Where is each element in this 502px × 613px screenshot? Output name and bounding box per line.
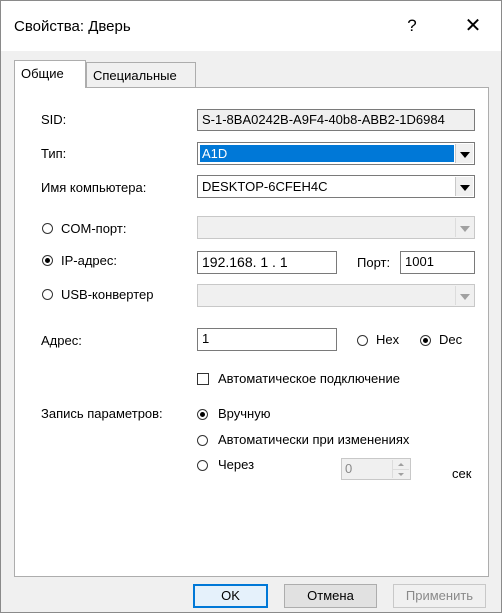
usb-converter-radio[interactable]	[42, 289, 53, 300]
hex-label: Hex	[376, 332, 400, 347]
title-bar[interactable]: Свойства: Дверь ? ✕	[1, 1, 501, 51]
address-input[interactable]: 1	[197, 328, 337, 351]
apply-button[interactable]: Применить	[393, 584, 486, 608]
interval-stepper[interactable]: 0	[341, 458, 411, 480]
interval-value: 0	[345, 461, 353, 476]
sid-label: SID:	[41, 112, 67, 127]
ok-button[interactable]: OK	[193, 584, 268, 608]
computer-name-select[interactable]: DESKTOP-6CFEH4C	[197, 175, 475, 198]
type-label: Тип:	[41, 146, 67, 161]
chevron-down-icon[interactable]	[455, 144, 473, 163]
com-port-radio[interactable]	[42, 223, 53, 234]
chevron-down-icon	[455, 218, 473, 237]
com-port-label: COM-порт:	[61, 221, 127, 236]
spin-up-icon[interactable]	[393, 460, 409, 470]
save-every-label: Через	[218, 457, 255, 472]
help-icon[interactable]: ?	[397, 11, 427, 41]
dialog-title: Свойства: Дверь	[14, 18, 131, 35]
dec-label: Dec	[439, 332, 463, 347]
save-every-radio[interactable]	[197, 460, 208, 471]
auto-connect-checkbox[interactable]	[197, 373, 209, 385]
interval-unit-label: сек	[452, 466, 472, 481]
save-manual-radio[interactable]	[197, 409, 208, 420]
usb-converter-select[interactable]	[197, 284, 475, 307]
cancel-button[interactable]: Отмена	[284, 584, 377, 608]
tab-special[interactable]: Специальные	[86, 62, 196, 87]
com-port-select[interactable]	[197, 216, 475, 239]
chevron-down-icon	[455, 286, 473, 305]
type-select[interactable]: A1D	[197, 142, 475, 165]
save-manual-label: Вручную	[218, 406, 271, 421]
chevron-down-icon[interactable]	[455, 177, 473, 196]
save-auto-radio[interactable]	[197, 435, 208, 446]
tab-general[interactable]: Общие	[14, 60, 86, 88]
usb-converter-label: USB-конвертер	[61, 287, 154, 302]
auto-connect-label: Автоматическое подключение	[218, 371, 400, 386]
ip-address-input[interactable]: 192.168. 1 . 1	[197, 251, 337, 274]
ip-address-label: IP-адрес:	[61, 253, 117, 268]
interval-spin-buttons	[392, 460, 409, 478]
dec-radio[interactable]	[420, 335, 431, 346]
save-params-label: Запись параметров:	[41, 406, 163, 421]
computer-name-value: DESKTOP-6CFEH4C	[202, 179, 328, 194]
save-auto-label: Автоматически при изменениях	[218, 432, 410, 447]
sid-field: S-1-8BA0242B-A9F4-40b8-ABB2-1D6984	[197, 109, 475, 131]
port-label: Порт:	[357, 255, 391, 270]
type-select-value: A1D	[200, 145, 454, 162]
hex-radio[interactable]	[357, 335, 368, 346]
properties-dialog: Свойства: Дверь ? ✕ Общие Специальные SI…	[0, 0, 502, 613]
close-icon[interactable]: ✕	[453, 11, 493, 41]
computer-name-label: Имя компьютера:	[41, 180, 147, 195]
spin-down-icon[interactable]	[393, 470, 409, 479]
port-input[interactable]: 1001	[400, 251, 475, 274]
ip-address-radio[interactable]	[42, 255, 53, 266]
address-label: Адрес:	[41, 333, 82, 348]
